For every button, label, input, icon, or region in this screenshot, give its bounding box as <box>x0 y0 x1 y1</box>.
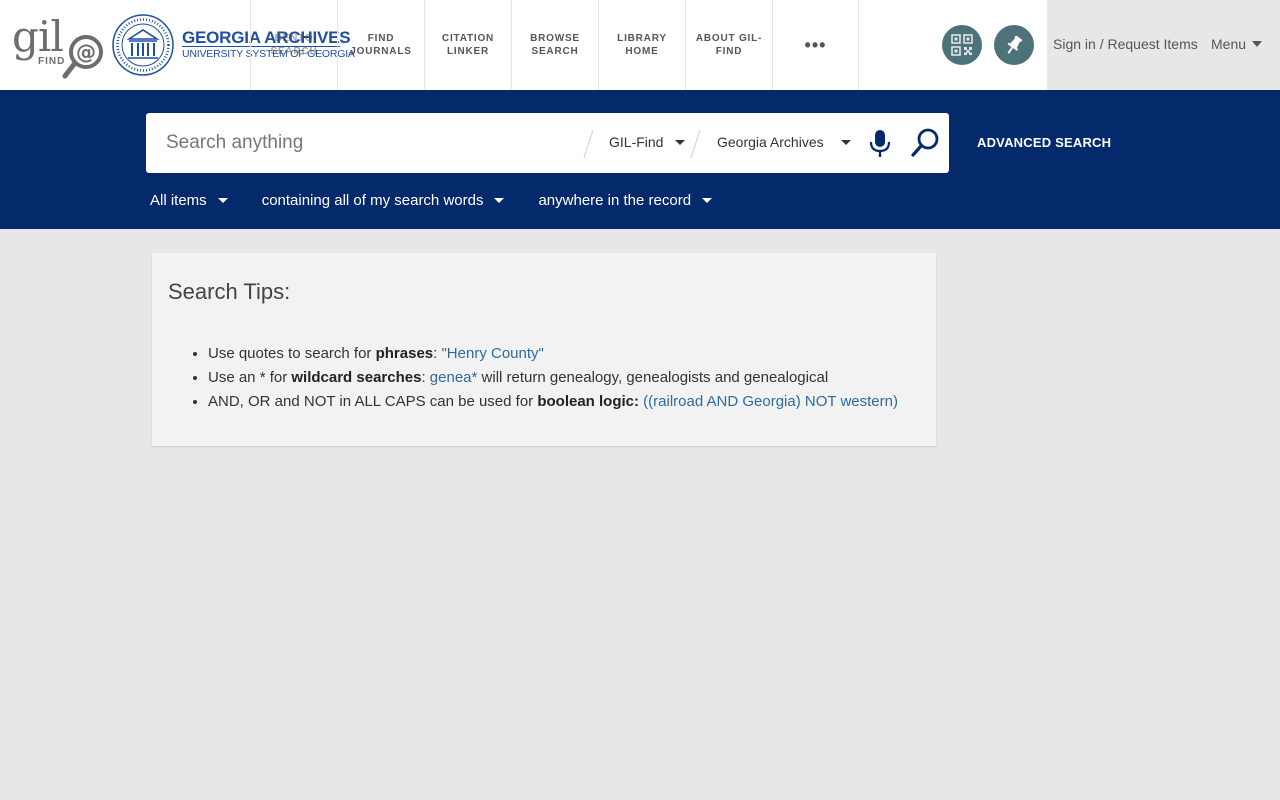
filter-match-type[interactable]: containing all of my search words <box>262 192 505 209</box>
tip-example-link[interactable]: ((railroad AND Georgia) NOT western) <box>643 393 898 410</box>
search-tips-title: Search Tips: <box>168 279 291 304</box>
scope-select-gil-find[interactable]: GIL-Find <box>609 134 686 150</box>
nav-more-icon[interactable]: ••• <box>772 0 859 90</box>
search-icon[interactable] <box>910 127 940 159</box>
chevron-down-icon <box>494 198 505 203</box>
main-nav: BENTO SEARCH FIND JOURNALS CITATION LINK… <box>250 0 859 90</box>
microphone-icon[interactable] <box>868 129 892 159</box>
tip-text: AND, OR and NOT in ALL CAPS can be used … <box>208 393 538 410</box>
divider <box>690 129 701 159</box>
tip-example-link[interactable]: genea* <box>430 369 478 386</box>
chevron-down-icon <box>1252 41 1263 47</box>
tip-bold: phrases <box>375 345 434 362</box>
tip-text: Use quotes to search for <box>208 345 376 362</box>
qr-code-icon <box>951 34 973 56</box>
scope-select-georgia-archives[interactable]: Georgia Archives <box>717 134 851 150</box>
advanced-search-link[interactable]: ADVANCED SEARCH <box>977 135 1111 150</box>
chevron-down-icon <box>217 198 228 203</box>
tip-text: Use an * for <box>208 369 292 386</box>
search-band: GIL-Find Georgia Archives ADVANCED SEARC… <box>0 90 1280 229</box>
filter-item-type[interactable]: All items <box>150 192 228 209</box>
svg-text:@: @ <box>76 40 96 64</box>
search-tips-list: Use quotes to search for phrases: "Henry… <box>208 342 898 414</box>
sign-in-link[interactable]: Sign in / Request Items <box>1053 36 1198 52</box>
chevron-down-icon <box>840 139 851 145</box>
at-magnifier-icon: @ <box>62 35 103 79</box>
top-header: gil FIND @ GEORGIA ARCHIVES UNIVERSITY S… <box>0 0 1280 90</box>
filter-label: containing all of my search words <box>261 192 484 209</box>
list-item: AND, OR and NOT in ALL CAPS can be used … <box>208 390 898 414</box>
search-filters: All items containing all of my search wo… <box>150 192 746 209</box>
filter-search-field[interactable]: anywhere in the record <box>538 192 713 209</box>
tip-bold: wildcard searches <box>291 369 422 386</box>
list-item: Use an * for wildcard searches: genea* w… <box>208 366 898 390</box>
university-seal-icon <box>112 14 174 76</box>
tip-text: : <box>421 369 430 386</box>
nav-library-home[interactable]: LIBRARY HOME <box>598 0 685 90</box>
list-item: Use quotes to search for phrases: "Henry… <box>208 342 898 366</box>
nav-find-journals[interactable]: FIND JOURNALS <box>337 0 424 90</box>
gil-find-logo[interactable]: gil FIND @ <box>10 12 103 79</box>
tip-bold: boolean logic: <box>537 393 639 410</box>
pin-button[interactable] <box>994 25 1034 65</box>
scope-label: GIL-Find <box>609 134 664 150</box>
tip-text: will return genealogy, genealogists and … <box>477 369 829 386</box>
search-tips-panel: Search Tips: Use quotes to search for ph… <box>152 253 936 446</box>
nav-browse-search[interactable]: BROWSE SEARCH <box>511 0 598 90</box>
search-input[interactable] <box>146 113 596 173</box>
filter-label: All items <box>150 192 207 209</box>
menu-label: Menu <box>1211 36 1247 52</box>
menu-button[interactable]: Menu <box>1211 36 1263 52</box>
nav-about-gil-find[interactable]: ABOUT GIL-FIND <box>685 0 772 90</box>
gil-logo-text: gil <box>12 12 64 61</box>
chevron-down-icon <box>675 139 686 145</box>
filter-label: anywhere in the record <box>538 192 692 209</box>
nav-citation-linker[interactable]: CITATION LINKER <box>424 0 511 90</box>
chevron-down-icon <box>702 198 713 203</box>
search-box: GIL-Find Georgia Archives <box>146 113 949 173</box>
qr-code-button[interactable] <box>942 25 982 65</box>
pushpin-icon <box>1007 35 1023 54</box>
scope-label: Georgia Archives <box>717 134 824 150</box>
tip-example-link[interactable]: "Henry County" <box>441 345 543 362</box>
nav-bento-search[interactable]: BENTO SEARCH <box>250 0 337 90</box>
